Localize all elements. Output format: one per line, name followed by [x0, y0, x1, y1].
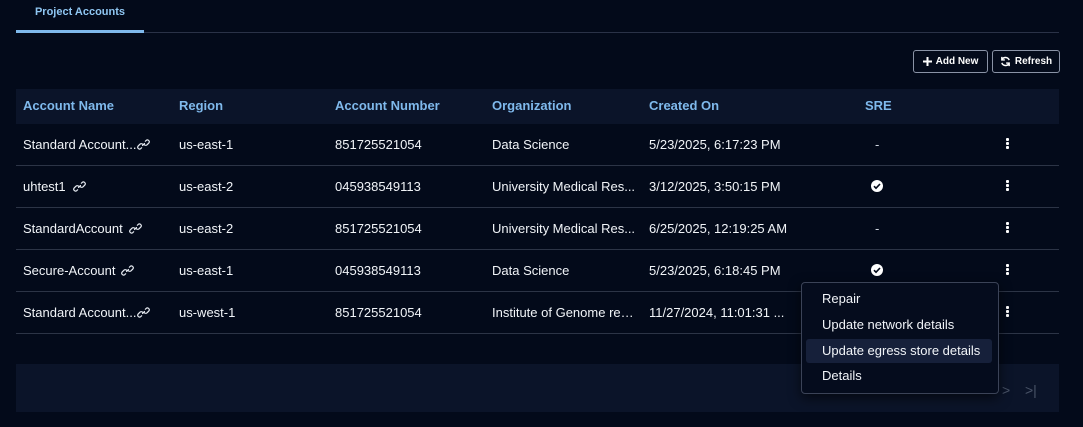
region-cell: us-west-1 [179, 305, 236, 320]
account-number-cell: 851725521054 [335, 137, 422, 152]
region-cell: us-east-2 [179, 179, 234, 194]
sre-status: - [875, 221, 880, 236]
sre-check-icon [871, 264, 883, 276]
link-icon[interactable] [129, 222, 142, 238]
account-name-cell: uhtest1 [23, 179, 66, 194]
created-on-cell: 3/12/2025, 3:50:15 PM [649, 179, 781, 194]
organization-cell: Data Science [492, 137, 570, 152]
more-actions-icon[interactable] [1006, 222, 1010, 234]
menu-item-update-egress-store-details[interactable]: Update egress store details [806, 339, 992, 363]
more-actions-icon[interactable] [1006, 306, 1010, 318]
menu-item-update-network-details[interactable]: Update network details [806, 313, 992, 337]
account-number-cell: 045938549113 [335, 263, 421, 278]
more-actions-icon[interactable] [1006, 264, 1010, 276]
organization-cell: Data Science [492, 263, 570, 278]
menu-item-repair[interactable]: Repair [806, 287, 992, 311]
plus-icon [922, 57, 932, 66]
account-name-cell: Standard Account... [23, 305, 137, 320]
link-icon[interactable] [121, 264, 134, 280]
region-cell: us-east-2 [179, 221, 234, 236]
more-actions-icon[interactable] [1006, 138, 1010, 150]
organization-cell: Institute of Genome res... [492, 305, 637, 320]
last-page-button[interactable]: >| [1025, 382, 1037, 398]
organization-cell: University Medical Res... [492, 221, 636, 236]
organization-cell: University Medical Res... [492, 179, 636, 194]
table-row: StandardAccount us-east-2 851725521054 U… [16, 208, 1059, 250]
col-organization[interactable]: Organization [492, 89, 571, 122]
created-on-cell: 5/23/2025, 6:17:23 PM [649, 137, 781, 152]
menu-item-details[interactable]: Details [806, 364, 992, 388]
table-row: Standard Account... us-east-1 8517255210… [16, 124, 1059, 166]
created-on-cell: 5/23/2025, 6:18:45 PM [649, 263, 781, 278]
table-header: Account Name Region Account Number Organ… [16, 89, 1059, 124]
account-number-cell: 851725521054 [335, 221, 422, 236]
more-actions-icon[interactable] [1006, 180, 1010, 192]
account-name-cell: Standard Account... [23, 137, 137, 152]
tab-project-accounts[interactable]: Project Accounts [16, 0, 144, 33]
link-icon[interactable] [73, 180, 86, 196]
region-cell: us-east-1 [179, 263, 234, 278]
refresh-label: Refresh [1014, 56, 1053, 67]
link-icon[interactable] [137, 306, 150, 322]
sre-status: - [875, 137, 880, 152]
add-new-button[interactable]: Add New [913, 50, 988, 73]
account-name-cell: StandardAccount [23, 221, 123, 236]
account-name-cell: Secure-Account [23, 263, 116, 278]
tab-bar: Project Accounts [16, 0, 1059, 33]
refresh-icon [1000, 56, 1010, 67]
account-number-cell: 045938549113 [335, 179, 421, 194]
account-number-cell: 851725521054 [335, 305, 422, 320]
region-cell: us-east-1 [179, 137, 234, 152]
link-icon[interactable] [137, 138, 150, 154]
created-on-cell: 6/25/2025, 12:19:25 AM [649, 221, 788, 236]
created-on-cell: 11/27/2024, 11:01:31 ... [649, 305, 785, 320]
table-row: uhtest1 us-east-2 045938549113 Universit… [16, 166, 1059, 208]
col-account-number[interactable]: Account Number [335, 89, 440, 122]
refresh-button[interactable]: Refresh [992, 50, 1060, 73]
row-actions-menu: Repair Update network details Update egr… [801, 282, 999, 394]
col-sre[interactable]: SRE [865, 89, 892, 122]
sre-check-icon [871, 180, 883, 192]
col-region[interactable]: Region [179, 89, 223, 122]
col-created-on[interactable]: Created On [649, 89, 719, 122]
add-new-label: Add New [935, 56, 979, 67]
col-account-name[interactable]: Account Name [23, 89, 114, 122]
next-page-button[interactable]: > [1002, 382, 1010, 398]
